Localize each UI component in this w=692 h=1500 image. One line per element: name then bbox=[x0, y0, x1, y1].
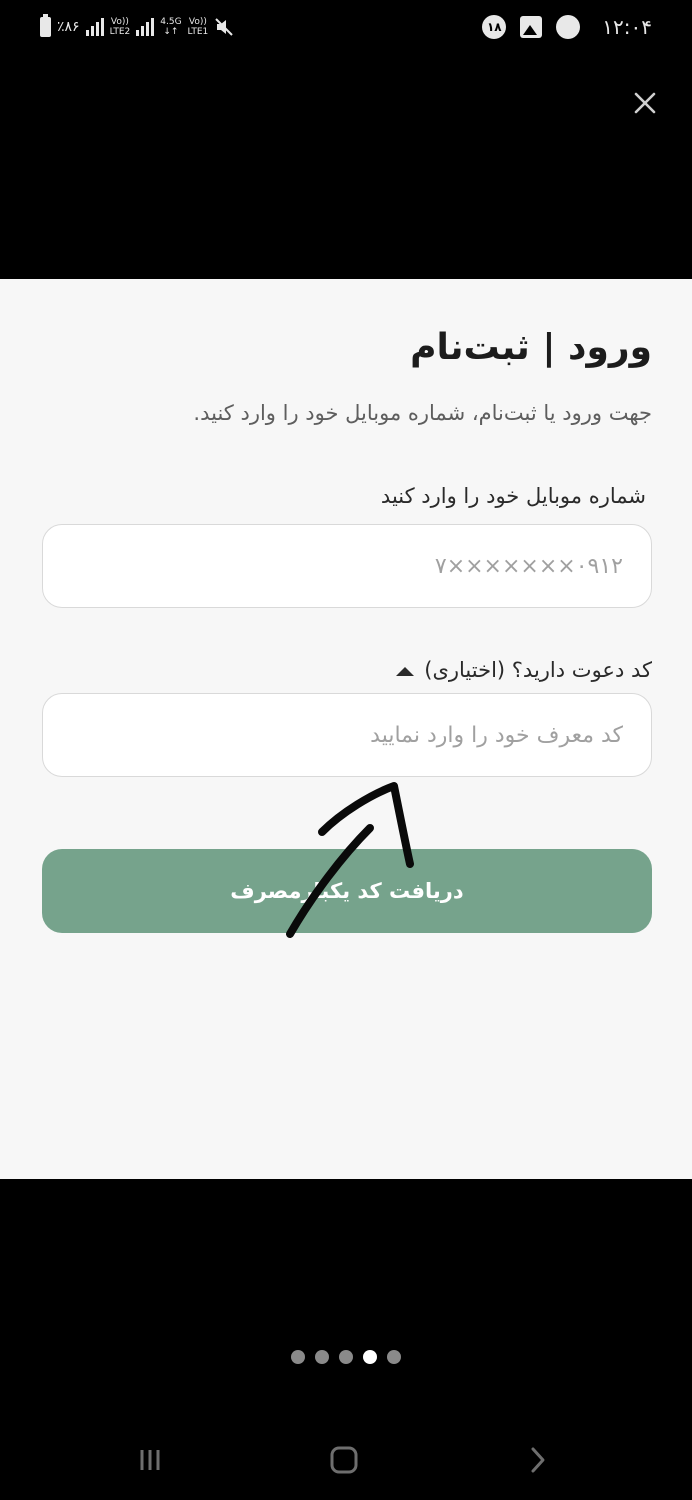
page-subtitle: جهت ورود یا ثبت‌نام، شماره موبایل خود را… bbox=[193, 401, 652, 425]
status-bar-left: ٪۸۶ Vo)) LTE2 4.5G ↓↑ Vo)) LTE1 bbox=[40, 14, 234, 40]
caret-up-icon bbox=[396, 666, 415, 676]
sim2-net: 4.5G bbox=[160, 17, 182, 27]
sim2-data-label: 4.5G ↓↑ bbox=[160, 17, 181, 37]
phone-input[interactable] bbox=[42, 524, 652, 608]
mute-icon bbox=[214, 17, 234, 37]
phone-label: شماره موبایل خود را وارد کنید bbox=[380, 484, 646, 508]
notification-count-icon: ۱۸ bbox=[482, 15, 507, 39]
recent-apps-icon bbox=[140, 1450, 160, 1470]
page-dot bbox=[315, 1350, 329, 1364]
gallery-notification-icon bbox=[520, 16, 543, 38]
status-time: ۱۲:۰۴ bbox=[602, 15, 652, 39]
sim2-volte: Vo)) bbox=[188, 17, 207, 27]
get-otp-button[interactable]: دریافت کد یکبارمصرف bbox=[42, 849, 652, 933]
recent-apps-button[interactable] bbox=[130, 1442, 170, 1478]
sim2-lte: LTE1 bbox=[187, 27, 209, 37]
page-dot bbox=[291, 1350, 305, 1364]
page-dot-active bbox=[363, 1350, 377, 1364]
sim1-network-label: Vo)) LTE2 bbox=[110, 17, 131, 37]
page-title: ورود | ثبت‌نام bbox=[410, 327, 652, 368]
battery-icon bbox=[40, 14, 51, 37]
invite-code-label: کد دعوت دارید؟ (اختیاری) bbox=[424, 658, 652, 682]
home-button[interactable] bbox=[324, 1442, 364, 1478]
login-sheet: ورود | ثبت‌نام جهت ورود یا ثبت‌نام، شمار… bbox=[0, 279, 692, 1179]
page-dot bbox=[387, 1350, 401, 1364]
signal-icon bbox=[85, 18, 104, 36]
app-notification-icon bbox=[556, 15, 581, 39]
battery-percent: ٪۸۶ bbox=[57, 19, 80, 35]
sim2-network-label: Vo)) LTE1 bbox=[188, 17, 209, 37]
page-dot bbox=[339, 1350, 353, 1364]
page-indicator bbox=[0, 1350, 692, 1366]
invite-code-toggle[interactable]: کد دعوت دارید؟ (اختیاری) bbox=[396, 655, 652, 685]
sim1-lte: LTE2 bbox=[109, 27, 131, 37]
status-bar-right: ۱۸ ۱۲:۰۴ bbox=[482, 12, 652, 42]
home-icon bbox=[330, 1446, 358, 1474]
back-icon bbox=[531, 1447, 545, 1473]
close-icon bbox=[634, 92, 656, 114]
sim1-volte: Vo)) bbox=[110, 17, 129, 27]
close-button[interactable] bbox=[626, 84, 664, 122]
system-nav-bar bbox=[0, 1430, 692, 1490]
status-bar: ٪۸۶ Vo)) LTE2 4.5G ↓↑ Vo)) LTE1 ۱۸ ۱۲:۰۴ bbox=[0, 0, 692, 56]
back-button[interactable] bbox=[518, 1442, 558, 1478]
referral-code-input[interactable] bbox=[42, 693, 652, 777]
signal-icon bbox=[136, 18, 155, 36]
data-arrows-icon: ↓↑ bbox=[163, 27, 179, 37]
